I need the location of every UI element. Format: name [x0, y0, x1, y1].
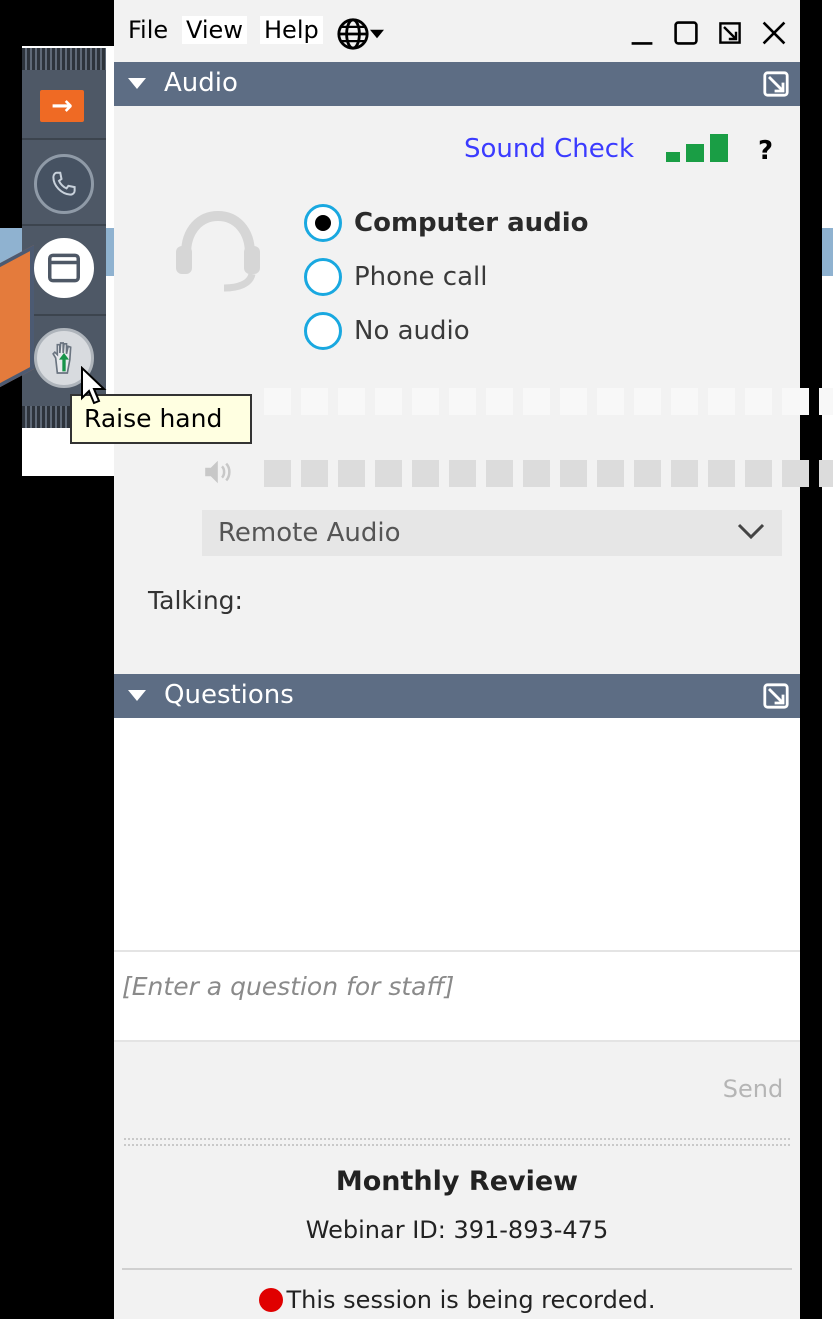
- toolbar-divider: [22, 224, 106, 226]
- menu-file[interactable]: File: [124, 16, 172, 44]
- footer-divider: [122, 1268, 792, 1270]
- computer-audio-option[interactable]: Computer audio: [304, 204, 589, 242]
- audio-section-title: Audio: [164, 68, 238, 98]
- phone-call-option[interactable]: Phone call: [304, 258, 487, 296]
- background-blue-band-right: [822, 228, 833, 276]
- headset-icon: [176, 210, 260, 292]
- window-controls: [626, 16, 790, 50]
- questions-section-header[interactable]: Questions: [114, 674, 800, 718]
- left-top-black: [22, 0, 114, 46]
- talking-label: Talking:: [148, 586, 243, 615]
- sound-check-link[interactable]: Sound Check: [464, 134, 634, 164]
- close-icon[interactable]: [758, 16, 790, 50]
- control-panel: File View Help Audio Sound Check ? Compu…: [114, 0, 833, 1319]
- recording-notice: This session is being recorded.: [114, 1286, 800, 1314]
- send-button[interactable]: Send: [720, 1066, 786, 1112]
- popout-icon[interactable]: [762, 682, 790, 710]
- computer-audio-label: Computer audio: [354, 208, 589, 238]
- menu-help[interactable]: Help: [260, 16, 323, 44]
- maximize-icon[interactable]: [670, 16, 702, 50]
- speaker-icon: [205, 460, 231, 484]
- webinar-title: Monthly Review: [335, 1166, 579, 1197]
- questions-log[interactable]: [114, 718, 800, 950]
- audio-device-value: Remote Audio: [218, 518, 401, 548]
- webinar-footer: Monthly Review Webinar ID: 391-893-475 T…: [114, 1150, 800, 1319]
- collapse-triangle-icon: [128, 78, 146, 89]
- globe-icon: [337, 18, 369, 50]
- mouse-cursor-icon: [81, 366, 107, 405]
- left-lower-black: [22, 476, 114, 1319]
- question-input[interactable]: [114, 952, 800, 1040]
- questions-section-title: Questions: [164, 680, 294, 710]
- radio-computer-audio[interactable]: [304, 204, 342, 242]
- resize-grip[interactable]: [124, 1138, 790, 1146]
- collapse-triangle-icon: [128, 690, 146, 701]
- left-black-bar: [0, 0, 22, 1319]
- radio-no-audio[interactable]: [304, 312, 342, 350]
- menu-view[interactable]: View: [182, 16, 247, 44]
- send-area: Send: [114, 1042, 800, 1142]
- gotowebinar-control-panel: → Raise hand File View Help Audio Sound …: [0, 0, 833, 1319]
- menu-bar: File View Help: [114, 0, 800, 62]
- toolbar-divider: [22, 138, 106, 140]
- signal-strength-icon: [666, 134, 728, 162]
- popout-icon[interactable]: [714, 16, 746, 50]
- minimize-icon[interactable]: [626, 16, 658, 50]
- no-audio-label: No audio: [354, 316, 470, 346]
- chevron-down-icon: [737, 523, 765, 540]
- help-button[interactable]: ?: [758, 136, 773, 166]
- toolbar-grip-top[interactable]: [22, 48, 106, 70]
- recording-dot-icon: [258, 1288, 283, 1312]
- audio-section: Sound Check ? Computer audio Phone call …: [114, 106, 833, 672]
- phone-call-label: Phone call: [354, 262, 488, 292]
- arrow-right-icon[interactable]: →: [40, 90, 84, 122]
- toolbar-divider: [22, 314, 106, 316]
- radio-phone-call[interactable]: [304, 258, 342, 296]
- phone-icon[interactable]: [34, 154, 94, 214]
- speaker-level-meter: [264, 460, 833, 487]
- popout-icon[interactable]: [762, 70, 790, 98]
- chevron-down-icon: [370, 29, 384, 39]
- language-menu[interactable]: [336, 16, 390, 52]
- webinar-id: Webinar ID: 391-893-475: [305, 1216, 609, 1244]
- recording-text: This session is being recorded.: [286, 1286, 656, 1314]
- question-input-area[interactable]: [114, 950, 800, 1042]
- window-icon[interactable]: [34, 238, 94, 298]
- microphone-level-meter: [264, 388, 833, 415]
- no-audio-option[interactable]: No audio: [304, 312, 470, 350]
- audio-device-dropdown[interactable]: Remote Audio: [202, 510, 782, 556]
- right-black-bar: [800, 0, 822, 1319]
- audio-section-header[interactable]: Audio: [114, 62, 800, 106]
